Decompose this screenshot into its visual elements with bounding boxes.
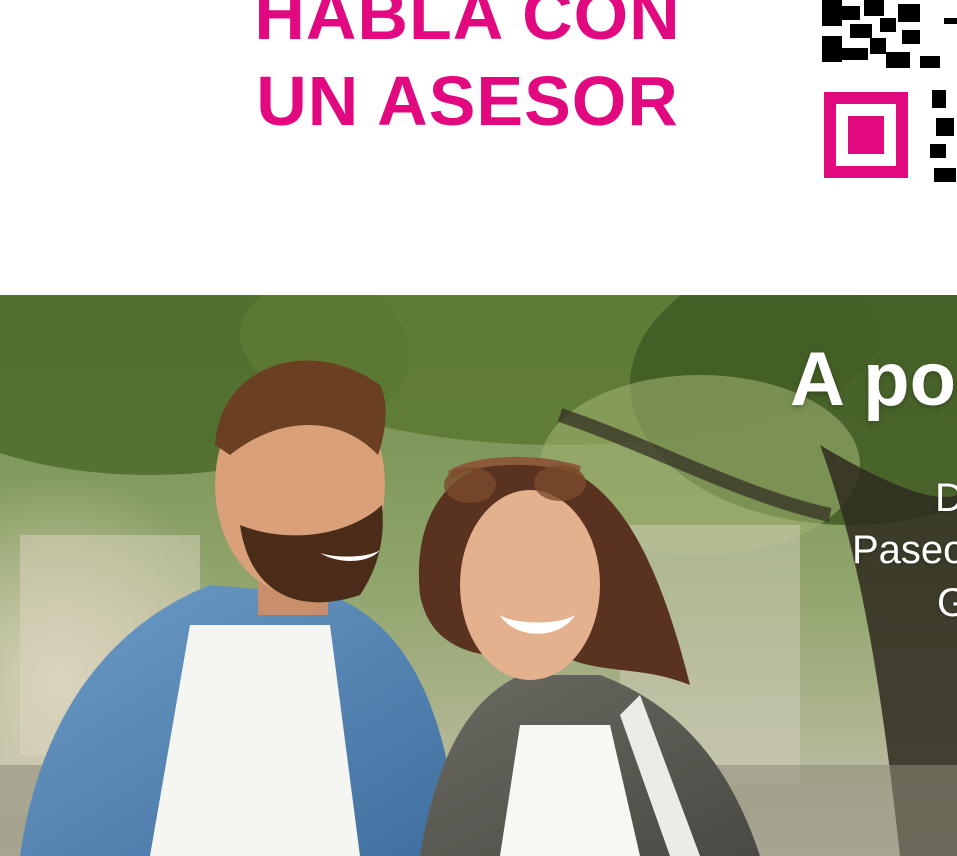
promo-line-3: G [937,581,957,625]
promo-line-2: Paseo [852,528,957,572]
promo-title: A poc [790,337,957,422]
promo-line-1: D [935,476,957,520]
qr-code-icon[interactable] [820,0,957,186]
headline-line-2: UN ASESOR [256,62,679,140]
header-band: HABLA CON UN ASESOR [0,0,957,295]
headline-line-1: HABLA CON [254,0,681,54]
